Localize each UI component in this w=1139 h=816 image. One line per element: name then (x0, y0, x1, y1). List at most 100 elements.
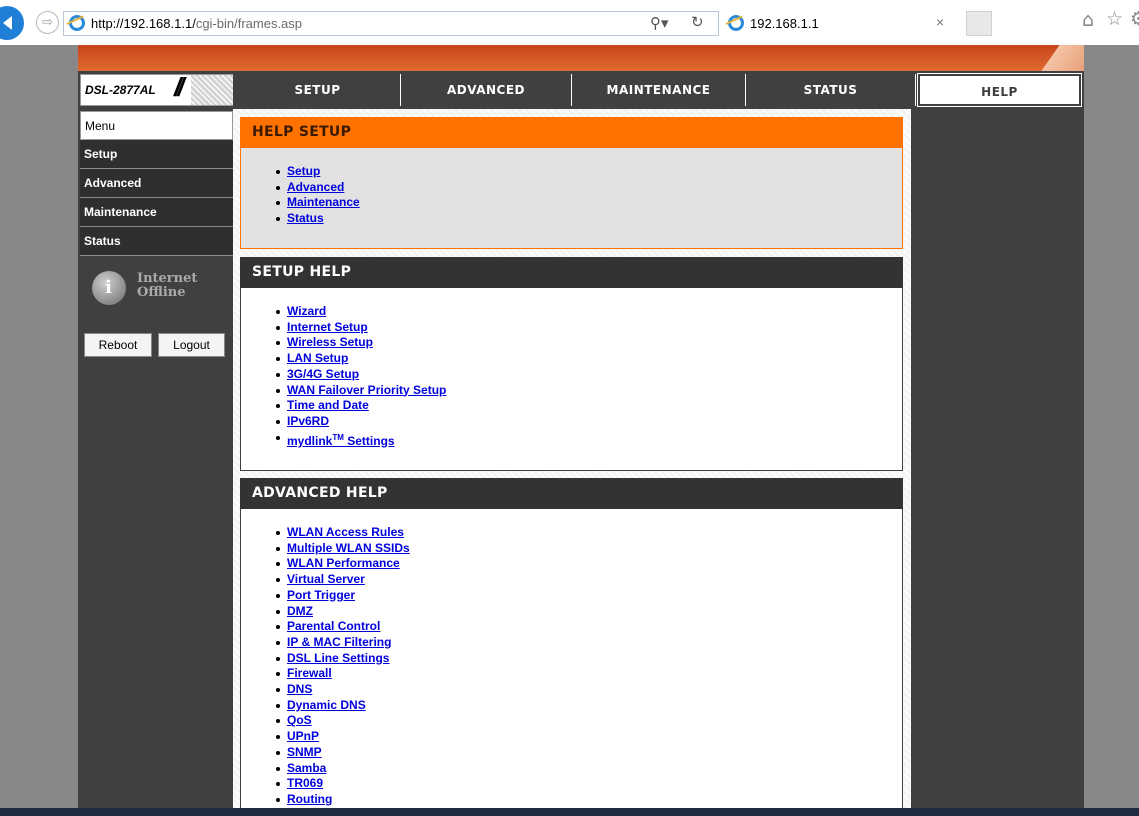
advanced-help-link[interactable]: UPnP (287, 729, 319, 743)
list-item: TR069 (276, 776, 902, 792)
advanced-help-link[interactable]: Routing (287, 792, 332, 806)
list-item: Parental Control (276, 619, 902, 635)
list-item: Virtual Server (276, 572, 902, 588)
setup-help-link[interactable]: WAN Failover Priority Setup (287, 383, 446, 397)
advanced-help-link[interactable]: WLAN Access Rules (287, 525, 404, 539)
help-link-advanced[interactable]: Advanced (287, 180, 344, 194)
advanced-help-link[interactable]: Virtual Server (287, 572, 365, 586)
list-item: Setup (276, 164, 902, 180)
page-area: DSL-2877AL // SETUP ADVANCED MAINTENANCE… (0, 45, 1139, 808)
list-item: UPnP (276, 729, 902, 745)
tab-maintenance[interactable]: MAINTENANCE (572, 74, 746, 106)
address-bar[interactable]: http://192.168.1.1/cgi-bin/frames.asp ⚲▾… (63, 11, 719, 36)
setup-help-link[interactable]: 3G/4G Setup (287, 367, 359, 381)
browser-tab[interactable]: 192.168.1.1 × (723, 11, 964, 36)
list-item: Samba (276, 761, 902, 777)
close-icon[interactable]: × (936, 14, 944, 30)
advanced-help-link[interactable]: Port Trigger (287, 588, 355, 602)
advanced-help-link[interactable]: DMZ (287, 604, 313, 618)
trademark-sup: TM (332, 432, 344, 442)
logo-slashes: // (174, 72, 185, 102)
list-item: mydlinkTM Settings (276, 430, 902, 450)
sidebar-item-advanced[interactable]: Advanced (80, 169, 233, 198)
logout-button[interactable]: Logout (158, 333, 225, 357)
setup-help-link-mydlink[interactable]: mydlinkTM Settings (287, 432, 395, 448)
model-name: DSL-2877AL (85, 83, 156, 97)
sidebar-menu-label: Menu (80, 111, 233, 140)
advanced-help-link[interactable]: Dynamic DNS (287, 698, 366, 712)
list-item: WLAN Access Rules (276, 525, 902, 541)
tab-help[interactable]: HELP (917, 73, 1082, 107)
mydlink-prefix: mydlink (287, 433, 333, 448)
setup-help-link[interactable]: Wireless Setup (287, 335, 373, 349)
setup-help-link[interactable]: Time and Date (287, 398, 369, 412)
setup-help-links: Wizard Internet Setup Wireless Setup LAN… (241, 304, 902, 449)
sidebar-item-setup[interactable]: Setup (80, 140, 233, 169)
top-banner (78, 45, 1084, 71)
url-path: cgi-bin/frames.asp (195, 16, 303, 31)
list-item: SNMP (276, 745, 902, 761)
sidebar-item-maintenance[interactable]: Maintenance (80, 198, 233, 227)
setup-help-body: Wizard Internet Setup Wireless Setup LAN… (240, 288, 903, 471)
new-tab-button[interactable] (966, 11, 992, 36)
sidebar: Menu Setup Advanced Maintenance Status i… (80, 111, 233, 808)
advanced-help-link[interactable]: Multiple WLAN SSIDs (287, 541, 410, 555)
list-item: 3G/4G Setup (276, 367, 902, 383)
list-item: Firewall (276, 666, 902, 682)
advanced-help-link[interactable]: Firewall (287, 666, 332, 680)
tab-advanced[interactable]: ADVANCED (401, 74, 572, 106)
refresh-icon[interactable]: ↻ (691, 13, 704, 31)
back-icon[interactable] (0, 6, 24, 40)
advanced-help-link[interactable]: IP & MAC Filtering (287, 635, 391, 649)
favorites-star-icon[interactable]: ☆ (1106, 8, 1123, 30)
internet-status: Internet Offline (137, 272, 197, 300)
tab-title: 192.168.1.1 (750, 16, 819, 31)
reboot-button[interactable]: Reboot (84, 333, 152, 357)
internet-status-line1: Internet (137, 271, 198, 286)
sidebar-item-status[interactable]: Status (80, 227, 233, 256)
browser-chrome: ⇨ http://192.168.1.1/cgi-bin/frames.asp … (0, 0, 1139, 45)
taskbar (0, 808, 1139, 816)
advanced-help-link[interactable]: QoS (287, 713, 312, 727)
help-link-setup[interactable]: Setup (287, 164, 320, 178)
list-item: WLAN Performance (276, 556, 902, 572)
forward-icon[interactable]: ⇨ (36, 11, 59, 34)
router-ui: DSL-2877AL // SETUP ADVANCED MAINTENANCE… (78, 45, 1084, 808)
setup-help-link[interactable]: IPv6RD (287, 414, 329, 428)
model-logo: DSL-2877AL // (80, 72, 233, 106)
internet-status-line2: Offline (137, 285, 186, 300)
help-link-status[interactable]: Status (287, 211, 324, 225)
help-setup-title: HELP SETUP (240, 117, 903, 148)
tab-status[interactable]: STATUS (746, 74, 916, 106)
mydlink-suffix: Settings (343, 433, 395, 448)
list-item: Multiple WLAN SSIDs (276, 541, 902, 557)
advanced-help-link[interactable]: DNS (287, 682, 312, 696)
setup-help-link[interactable]: LAN Setup (287, 351, 348, 365)
home-icon[interactable]: ⌂ (1082, 9, 1094, 31)
right-hints-column (913, 111, 1083, 808)
setup-help-link[interactable]: Internet Setup (287, 320, 368, 334)
list-item: DSL Line Settings (276, 651, 902, 667)
list-item: WAN Failover Priority Setup (276, 383, 902, 399)
main-content: HELP SETUP Setup Advanced Maintenance St… (233, 109, 911, 808)
settings-gear-icon[interactable]: ⚙ (1130, 8, 1139, 30)
advanced-help-links: WLAN Access Rules Multiple WLAN SSIDs WLAN… (241, 525, 902, 808)
list-item: Port Trigger (276, 588, 902, 604)
advanced-help-link[interactable]: SNMP (287, 745, 322, 759)
search-icon[interactable]: ⚲▾ (650, 14, 669, 32)
advanced-help-link[interactable]: WLAN Performance (287, 556, 400, 570)
list-item: Routing (276, 792, 902, 808)
list-item: QoS (276, 713, 902, 729)
advanced-help-link[interactable]: DSL Line Settings (287, 651, 389, 665)
advanced-help-link[interactable]: Parental Control (287, 619, 380, 633)
help-link-maintenance[interactable]: Maintenance (287, 195, 360, 209)
advanced-help-link[interactable]: Samba (287, 761, 326, 775)
list-item: Time and Date (276, 398, 902, 414)
list-item: DMZ (276, 604, 902, 620)
advanced-help-link[interactable]: TR069 (287, 776, 323, 790)
setup-help-link[interactable]: Wizard (287, 304, 326, 318)
list-item: Dynamic DNS (276, 698, 902, 714)
tab-setup[interactable]: SETUP (235, 74, 401, 106)
url-text[interactable]: http://192.168.1.1/cgi-bin/frames.asp (91, 16, 302, 31)
setup-help-title: SETUP HELP (240, 257, 903, 288)
